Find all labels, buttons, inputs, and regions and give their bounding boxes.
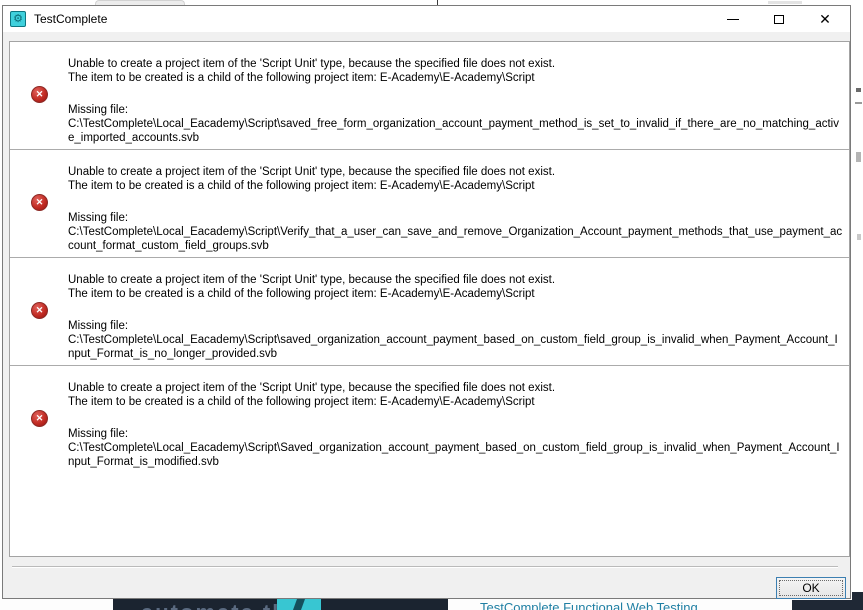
window-title: TestComplete [34,12,108,26]
close-icon: ✕ [819,11,831,27]
testcomplete-error-dialog: ⚙ TestComplete ✕ ✕ Unable to create a pr… [2,5,851,599]
error-icon: ✕ [31,302,48,319]
error-icon: ✕ [31,410,48,427]
missing-file-path: C:\TestComplete\Local_Eacademy\Script\Ve… [68,226,843,252]
background-fragment [856,152,861,162]
missing-file-path: C:\TestComplete\Local_Eacademy\Script\sa… [68,118,839,144]
background-dark-block [852,592,863,610]
error-message-line1: Unable to create a project item of the '… [68,58,556,70]
background-fragment [768,1,802,4]
maximize-icon [774,14,784,24]
missing-file-label: Missing file: [68,104,129,116]
window-controls: ✕ [710,6,848,32]
missing-file-path: C:\TestComplete\Local_Eacademy\Script\sa… [68,334,838,360]
error-list: ✕ Unable to create a project item of the… [9,41,850,557]
error-list-item: ✕ Unable to create a project item of the… [10,42,849,150]
error-message-line2: The item to be created is a child of the… [68,180,535,192]
error-message-line2: The item to be created is a child of the… [68,72,535,84]
background-fragment [856,88,861,92]
gear-icon: ⚙ [13,12,23,25]
close-button[interactable]: ✕ [802,6,848,32]
error-message-line1: Unable to create a project item of the '… [68,274,556,286]
background-page-bottom-strip: automate them TestComplete Functional We… [0,592,863,610]
background-logo-icon [277,599,321,610]
title-bar[interactable]: ⚙ TestComplete ✕ [3,6,850,32]
minimize-button[interactable] [710,6,756,32]
maximize-button[interactable] [756,6,802,32]
background-fragment [855,102,862,104]
error-message-line2: The item to be created is a child of the… [68,288,535,300]
background-page-right-strip [852,6,863,600]
missing-file-label: Missing file: [68,212,129,224]
missing-file-label: Missing file: [68,320,129,332]
error-icon: ✕ [31,86,48,103]
footer-separator [12,566,838,568]
minimize-icon [727,18,739,20]
testcomplete-logo-icon: ⚙ [10,11,26,27]
error-message-line1: Unable to create a project item of the '… [68,382,556,394]
ok-button[interactable]: OK [776,577,846,599]
error-list-item: ✕ Unable to create a project item of the… [10,366,849,474]
error-message-line2: The item to be created is a child of the… [68,396,535,408]
missing-file-label: Missing file: [68,428,129,440]
missing-file-path: C:\TestComplete\Local_Eacademy\Script\Sa… [68,442,840,468]
error-list-item: ✕ Unable to create a project item of the… [10,258,849,366]
background-link-text: TestComplete Functional Web Testing [480,600,698,610]
error-icon: ✕ [31,194,48,211]
error-list-item: ✕ Unable to create a project item of the… [10,150,849,258]
error-message-line1: Unable to create a project item of the '… [68,166,556,178]
background-fragment [857,234,861,240]
background-dark-block [792,600,852,610]
